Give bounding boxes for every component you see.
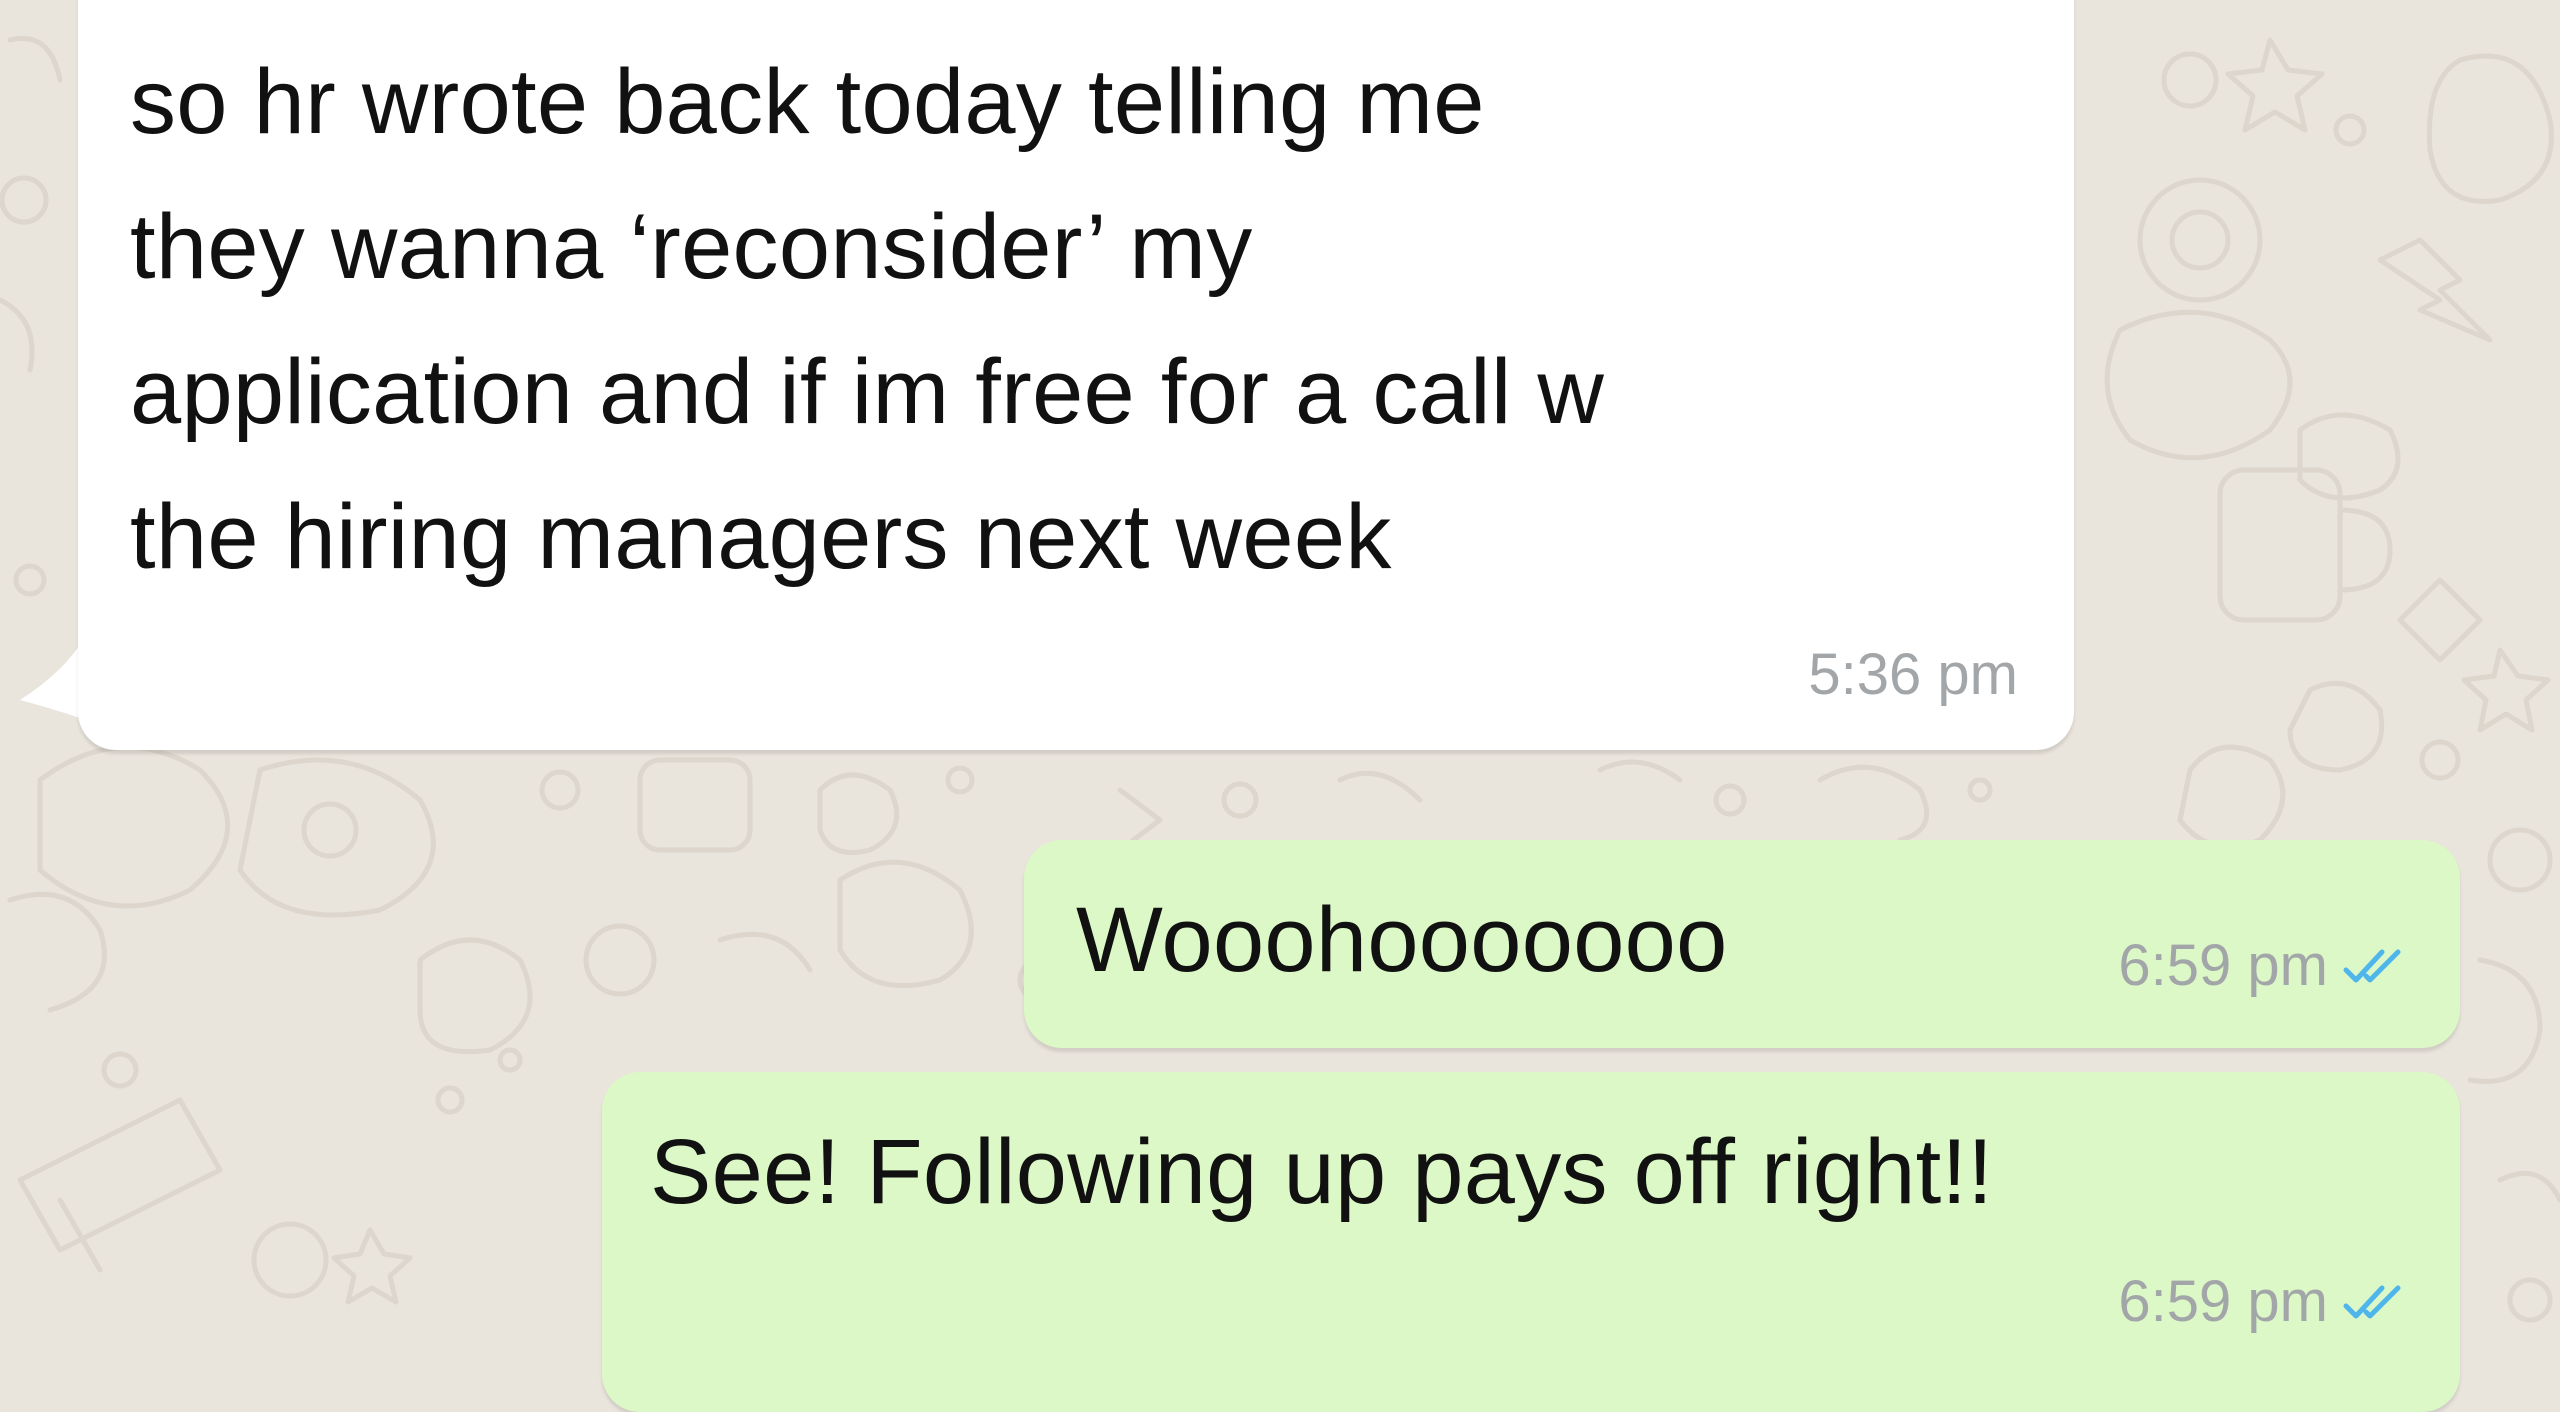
double-check-icon <box>2342 946 2408 986</box>
message-text: so hr wrote back today telling me they w… <box>130 51 1605 588</box>
message-meta: 6:59 pm <box>2118 932 2408 999</box>
message-meta: 5:36 pm <box>1808 641 2018 708</box>
outgoing-message-bubble[interactable]: Wooohooooooo 6:59 pm <box>1024 840 2460 1048</box>
message-text: See! Following up pays off right!! <box>650 1121 1994 1223</box>
outgoing-message-bubble[interactable]: See! Following up pays off right!! 6:59 … <box>602 1072 2460 1412</box>
message-text: Wooohooooooo <box>1076 889 1728 991</box>
message-meta: 6:59 pm <box>2118 1268 2408 1335</box>
message-time: 6:59 pm <box>2118 933 2328 998</box>
chat-area: so hr wrote back today telling me they w… <box>0 0 2560 1412</box>
incoming-message-bubble[interactable]: so hr wrote back today telling me they w… <box>78 0 2074 750</box>
message-time: 6:59 pm <box>2118 1269 2328 1334</box>
message-time: 5:36 pm <box>1808 642 2018 707</box>
double-check-icon <box>2342 1282 2408 1322</box>
